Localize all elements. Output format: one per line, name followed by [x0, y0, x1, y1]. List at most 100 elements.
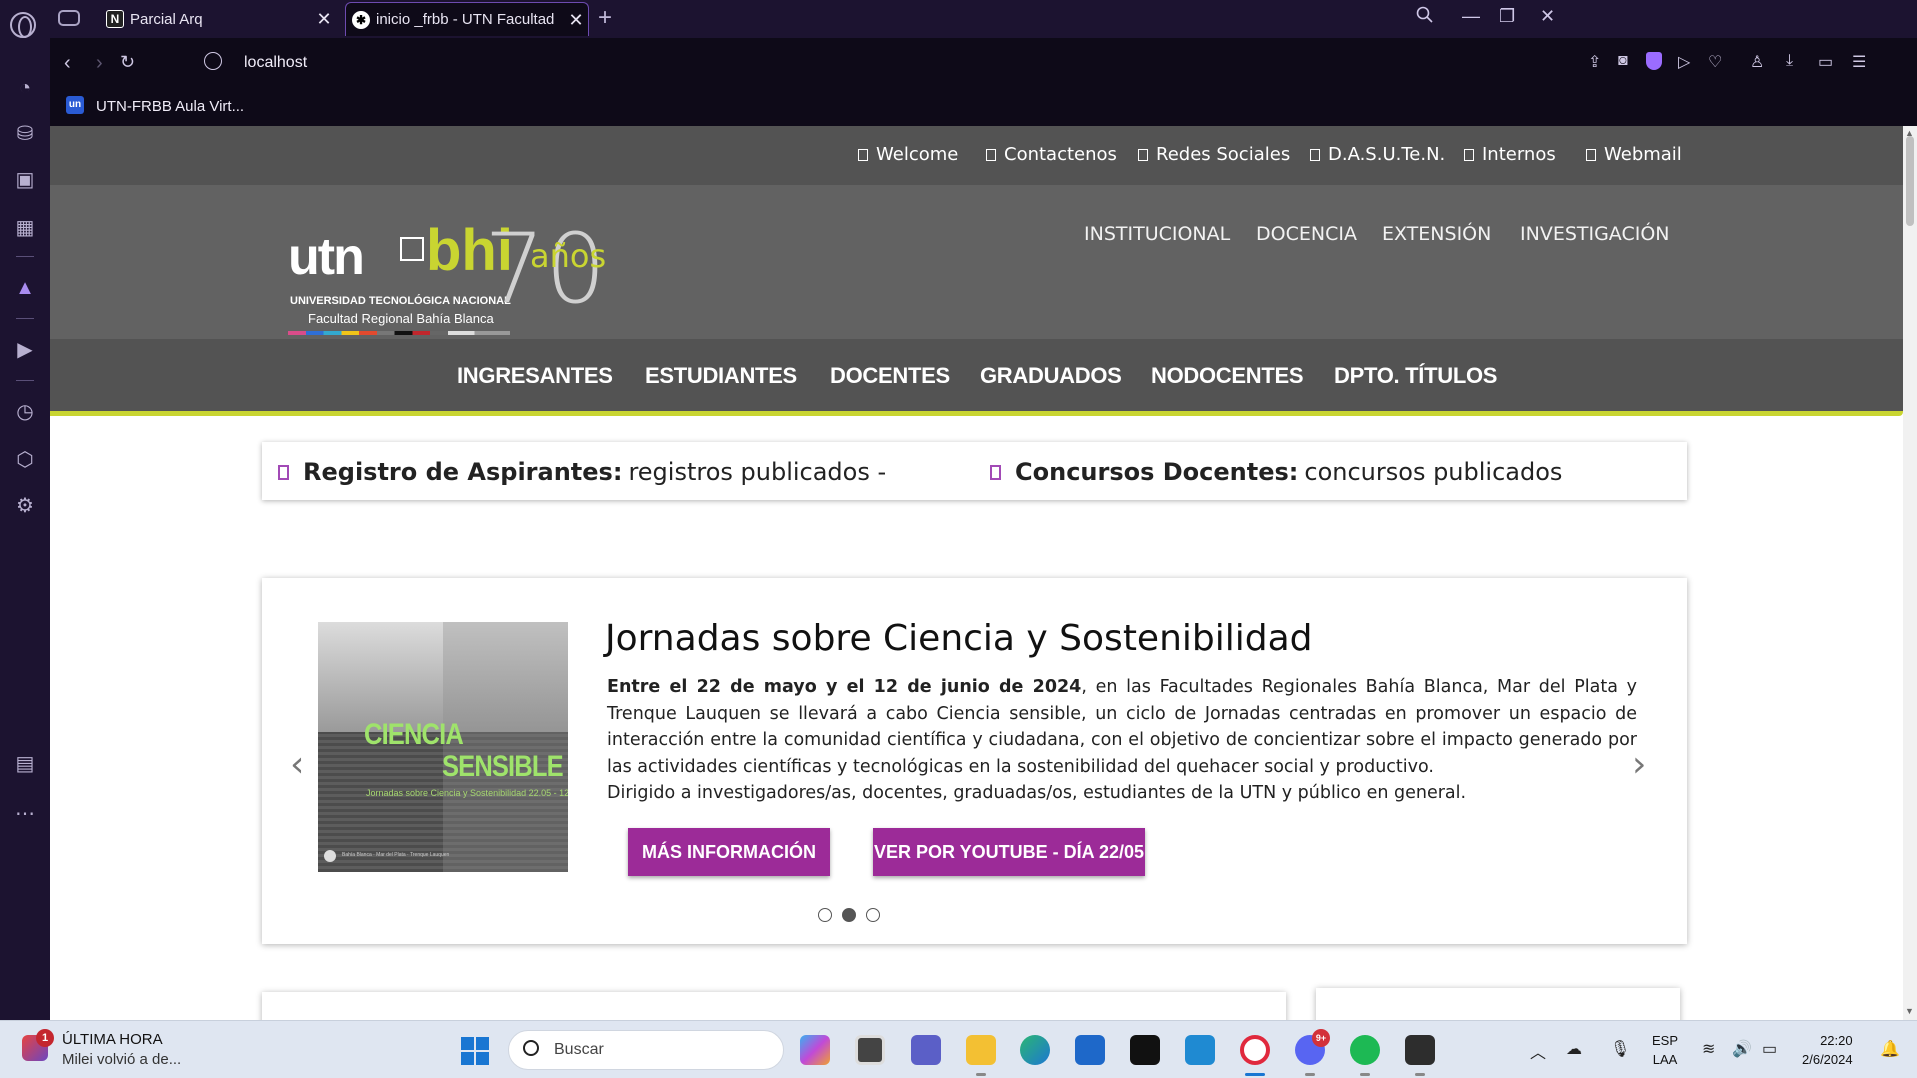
- scroll-down-icon[interactable]: ▼: [1905, 1006, 1914, 1016]
- player-icon[interactable]: ▶: [13, 338, 37, 362]
- mainnav-dpto-titulos[interactable]: DPTO. TÍTULOS: [1334, 363, 1497, 389]
- tab-bar: N Parcial Arq ✕ ✱ inicio _frbb - UTN Fac…: [0, 0, 1917, 38]
- slide-audience: Dirigido a investigadores/as, docentes, …: [607, 783, 1467, 803]
- back-icon[interactable]: ‹: [64, 52, 71, 75]
- mainnav-docentes[interactable]: DOCENTES: [830, 363, 950, 389]
- wifi-icon[interactable]: ≋: [1702, 1039, 1715, 1059]
- close-tab-icon[interactable]: ✕: [312, 7, 336, 31]
- close-tab-icon[interactable]: ✕: [564, 8, 588, 32]
- store-icon[interactable]: [1075, 1035, 1105, 1065]
- carousel-prev-icon[interactable]: ‹: [290, 744, 304, 785]
- edge-icon[interactable]: [1020, 1035, 1050, 1065]
- forward-icon[interactable]: ›: [96, 52, 103, 75]
- ticker-registro-aspirantes[interactable]: Registro de Aspirantes: registros public…: [278, 458, 886, 486]
- ticker-concursos-docentes[interactable]: Concursos Docentes: concursos publicados: [990, 458, 1562, 486]
- camera-icon[interactable]: ◙: [1618, 52, 1628, 70]
- topnav-welcome[interactable]: Welcome: [858, 144, 958, 165]
- microphone-icon[interactable]: 🎙: [1610, 1039, 1630, 1059]
- vpn-shield-icon[interactable]: [1646, 52, 1662, 70]
- download-icon[interactable]: ⤓: [1786, 52, 1793, 70]
- tab-islands-icon[interactable]: [58, 10, 80, 26]
- input-language[interactable]: ESP LAA: [1652, 1031, 1678, 1069]
- aria-bot-icon[interactable]: ⛁: [13, 122, 37, 146]
- terminal-icon[interactable]: [1130, 1035, 1160, 1065]
- tab-utn-inicio[interactable]: ✱ inicio _frbb - UTN Facultad ✕: [345, 2, 589, 36]
- file-explorer-icon[interactable]: [966, 1035, 996, 1065]
- opera-icon[interactable]: [1240, 1035, 1270, 1065]
- profile-icon[interactable]: ♙: [1750, 52, 1764, 72]
- nav-extension[interactable]: EXTENSIÓN: [1382, 223, 1491, 245]
- carousel-next-icon[interactable]: ›: [1632, 744, 1646, 785]
- search-tabs-icon[interactable]: [1416, 6, 1434, 29]
- minimize-icon[interactable]: —: [1462, 6, 1480, 27]
- onedrive-icon[interactable]: ☁: [1566, 1039, 1582, 1059]
- twitch-icon[interactable]: ▣: [13, 168, 37, 192]
- extensions-icon[interactable]: ⬡: [13, 448, 37, 472]
- teams-icon[interactable]: [911, 1035, 941, 1065]
- copilot-icon[interactable]: [800, 1035, 830, 1065]
- page-scrollbar[interactable]: ▲ ▼: [1903, 126, 1917, 1020]
- image-footer-text: Bahía Blanca · Mar del Plata · Trenque L…: [342, 852, 450, 858]
- topnav-redes-sociales[interactable]: Redes Sociales: [1138, 144, 1290, 165]
- mainnav-nodocentes[interactable]: NODOCENTES: [1151, 363, 1304, 389]
- carousel-dot-2[interactable]: [842, 908, 856, 922]
- news-headline-text[interactable]: Milei volvió a de...: [62, 1051, 181, 1068]
- mas-informacion-button[interactable]: MÁS INFORMACIÓN: [628, 828, 830, 876]
- topnav-dasuten[interactable]: D.A.S.U.Te.N.: [1310, 144, 1445, 165]
- nav-docencia[interactable]: DOCENCIA: [1256, 223, 1357, 245]
- logo-mark-icon: [400, 237, 424, 261]
- restore-icon[interactable]: ❐: [1499, 6, 1515, 27]
- taskbar-clock[interactable]: 22:20 2/6/2024: [1802, 1031, 1853, 1069]
- mainnav-estudiantes[interactable]: ESTUDIANTES: [645, 363, 797, 389]
- spotify-icon[interactable]: [1350, 1035, 1380, 1065]
- heart-icon[interactable]: ♡: [1708, 52, 1722, 72]
- carousel-dot-1[interactable]: [818, 908, 832, 922]
- settings-icon[interactable]: ⚙: [13, 494, 37, 518]
- send-icon[interactable]: ▷: [1678, 52, 1690, 72]
- new-tab-icon[interactable]: +: [598, 4, 612, 32]
- console-icon[interactable]: [1405, 1035, 1435, 1065]
- nav-institucional[interactable]: INSTITUCIONAL: [1084, 223, 1230, 245]
- easy-setup-icon[interactable]: ☰: [1852, 52, 1866, 72]
- topnav-contactenos[interactable]: Contactenos: [986, 144, 1117, 165]
- share-icon[interactable]: ⇪: [1588, 52, 1601, 72]
- mainnav-graduados[interactable]: GRADUADOS: [980, 363, 1122, 389]
- show-hidden-icons[interactable]: ︿: [1530, 1039, 1546, 1063]
- nav-investigacion[interactable]: INVESTIGACIÓN: [1520, 223, 1670, 245]
- more-icon[interactable]: ⋯: [13, 802, 37, 826]
- utn-favicon-icon: ✱: [352, 10, 370, 29]
- reload-icon[interactable]: ↻: [120, 52, 135, 73]
- tab-title: Parcial Arq: [130, 10, 203, 28]
- carousel-dot-3[interactable]: [866, 908, 880, 922]
- sidebar-divider: [16, 256, 34, 257]
- volume-icon[interactable]: 🔊: [1732, 1039, 1752, 1059]
- globe-icon: [204, 52, 222, 70]
- url-field[interactable]: localhost: [244, 54, 307, 72]
- file-viewer-icon[interactable]: [855, 1035, 885, 1065]
- opera-logo-icon[interactable]: [10, 12, 36, 38]
- topnav-internos[interactable]: Internos: [1464, 144, 1556, 165]
- battery-icon[interactable]: ▭: [1762, 1039, 1777, 1059]
- taskbar-search[interactable]: Buscar: [508, 1030, 784, 1070]
- ver-por-youtube-button[interactable]: VER POR YOUTUBE - DÍA 22/05: [873, 828, 1145, 876]
- notifications-icon[interactable]: 🔔: [1880, 1039, 1900, 1059]
- gallery-icon[interactable]: ▤: [13, 752, 37, 776]
- tab-parcial-arq[interactable]: N Parcial Arq ✕: [100, 2, 336, 36]
- start-button[interactable]: [461, 1037, 489, 1065]
- news-badge: 1: [36, 1029, 54, 1047]
- aria-icon[interactable]: ▲: [13, 276, 37, 300]
- news-headline-label[interactable]: ÚLTIMA HORA: [62, 1031, 163, 1048]
- history-icon[interactable]: ◷: [13, 400, 37, 424]
- vscode-icon[interactable]: [1185, 1035, 1215, 1065]
- keyboard-layout: LAA: [1652, 1052, 1678, 1067]
- bookmark-utn-aula-virtual[interactable]: UTN-FRBB Aula Virt...: [96, 98, 244, 115]
- slide-date-range: Entre el 22 de mayo y el 12 de junio de …: [607, 677, 1082, 697]
- cpu-icon[interactable]: ▦: [13, 216, 37, 240]
- slide-image[interactable]: CIENCIA SENSIBLE Jornadas sobre Ciencia …: [318, 622, 568, 872]
- topnav-webmail[interactable]: Webmail: [1586, 144, 1682, 165]
- close-window-icon[interactable]: ✕: [1540, 6, 1555, 27]
- mainnav-ingresantes[interactable]: INGRESANTES: [457, 363, 613, 389]
- speed-dial-icon[interactable]: ◔: [13, 76, 37, 100]
- battery-saver-icon[interactable]: ▭: [1818, 52, 1833, 72]
- scroll-thumb[interactable]: [1906, 136, 1914, 226]
